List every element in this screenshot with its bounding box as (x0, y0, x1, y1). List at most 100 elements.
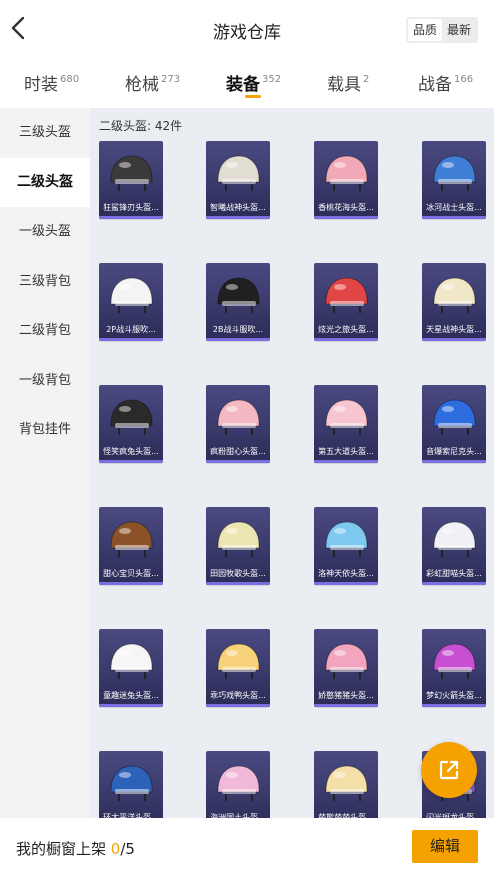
shark-helmet-icon (110, 155, 153, 191)
item-card-label: 童趣迷兔头盔... (103, 691, 159, 700)
item-card-label: 彩虹甜喵头盔... (426, 569, 482, 578)
item-card-label: 乖巧戏鸭头盔... (210, 691, 266, 700)
item-count-label: 二级头盔: 42件 (99, 119, 183, 133)
tab-guns[interactable]: 枪械 273 (125, 70, 180, 95)
item-card[interactable]: 2B战斗服吹... (206, 263, 270, 341)
item-card[interactable]: 第五大道头盔... (314, 385, 378, 463)
tab-equipment[interactable]: 装备 352 (226, 70, 281, 95)
item-card-label: 甜心宝贝头盔... (103, 569, 159, 578)
item-card[interactable]: 天星战神头盔... (422, 263, 486, 341)
item-card-label: 炫光之旅头盔... (318, 325, 374, 334)
sidebar-item-level3-backpack[interactable]: 三级背包 (0, 257, 90, 307)
cream-bear-helmet-icon (325, 765, 368, 801)
item-card[interactable]: 田园牧歌头盔... (206, 507, 270, 585)
item-card[interactable]: 怪笑疯兔头盔... (99, 385, 163, 463)
cream-helmet-icon (217, 521, 260, 557)
cat-helmet-icon (433, 521, 476, 557)
item-card-label: 洛神天依头盔... (318, 569, 374, 578)
item-card-label: 第五大道头盔... (318, 447, 374, 456)
sort-newest-button[interactable]: 最新 (442, 19, 476, 41)
tab-fashion[interactable]: 时装 680 (24, 70, 79, 95)
tianyi-helmet-icon (325, 521, 368, 557)
item-card-label: 天星战神头盔... (426, 325, 482, 334)
showcase-status: 我的橱窗上架 0/5 (16, 838, 135, 859)
tab-supplies[interactable]: 战备 166 (418, 70, 473, 95)
header-bar: 游戏仓库 品质 最新 (0, 0, 494, 58)
bunny-helmet-icon (110, 643, 153, 679)
item-card[interactable]: 洛神天依头盔... (314, 507, 378, 585)
item-card-label: 智曦战神头盔... (210, 203, 266, 212)
tab-count: 273 (161, 74, 181, 85)
showcase-current-count: 0 (110, 840, 121, 858)
item-card-label: 田园牧歌头盔... (210, 569, 266, 578)
tab-count: 2 (363, 74, 370, 85)
item-card[interactable]: 音爆索尼克头... (422, 385, 486, 463)
item-card[interactable]: 彩虹甜喵头盔... (422, 507, 486, 585)
sidebar-item-level1-backpack[interactable]: 一级背包 (0, 356, 90, 406)
duck-helmet-icon (217, 643, 260, 679)
sort-toggle: 品质 最新 (406, 17, 478, 43)
item-card-label: 娇憨猪猪头盔... (318, 691, 374, 700)
pink-helmet-icon (217, 399, 260, 435)
showcase-total-count: /5 (120, 840, 135, 858)
ice-helmet-icon (433, 155, 476, 191)
kitsune-helmet-icon (217, 765, 260, 801)
active-tab-indicator (245, 95, 261, 98)
gold-helmet-icon (433, 277, 476, 313)
showcase-label: 我的橱窗上架 (16, 840, 107, 858)
light-pink-helmet-icon (325, 399, 368, 435)
item-card-label: 怪笑疯兔头盔... (103, 447, 159, 456)
item-card[interactable]: 智曦战神头盔... (206, 141, 270, 219)
sidebar-item-backpack-charm[interactable]: 背包挂件 (0, 405, 90, 455)
share-external-icon (439, 760, 459, 780)
sidebar-item-level2-backpack[interactable]: 二级背包 (0, 306, 90, 356)
tab-label: 枪械 (125, 75, 159, 95)
rabbit-helmet-icon (110, 399, 153, 435)
item-card[interactable]: 炫光之旅头盔... (314, 263, 378, 341)
black-helmet-icon (217, 277, 260, 313)
pacific-helmet-icon (110, 765, 153, 801)
sidebar-item-level2-helmet[interactable]: 二级头盔 (0, 157, 90, 207)
item-card-label: 疯粉甜心头盔... (210, 447, 266, 456)
item-card-label: 音爆索尼克头... (426, 447, 482, 456)
red-star-helmet-icon (325, 277, 368, 313)
item-card[interactable]: 海洲国土头盔... (206, 751, 270, 818)
tab-count: 680 (60, 74, 80, 85)
item-card[interactable]: 冰河战士头盔... (422, 141, 486, 219)
item-card[interactable]: 童趣迷兔头盔... (99, 629, 163, 707)
bottom-bar: 我的橱窗上架 0/5 编辑 (0, 818, 494, 875)
item-card[interactable]: 萌熊萌萌头盔... (314, 751, 378, 818)
item-card-label: 香桃花海头盔... (318, 203, 374, 212)
sidebar-item-level3-helmet[interactable]: 三级头盔 (0, 108, 90, 158)
item-card-label: 2P战斗服吹... (106, 325, 156, 334)
white-helmet-icon (110, 277, 153, 313)
category-tabs: 时装 680 枪械 273 装备 352 载具 2 战备 166 (0, 58, 494, 108)
item-card-label: 冰河战士头盔... (426, 203, 482, 212)
subcategory-sidebar: 三级头盔 二级头盔 一级头盔 三级背包 二级背包 一级背包 背包挂件 (0, 108, 90, 818)
rocket-helmet-icon (433, 643, 476, 679)
winged-helmet-icon (217, 155, 260, 191)
item-card[interactable]: 疯粉甜心头盔... (206, 385, 270, 463)
sort-quality-button[interactable]: 品质 (408, 19, 442, 41)
pig-helmet-icon (325, 643, 368, 679)
tab-count: 352 (262, 74, 282, 85)
item-card[interactable]: 乖巧戏鸭头盔... (206, 629, 270, 707)
bear-helmet-icon (110, 521, 153, 557)
tab-vehicles[interactable]: 载具 2 (327, 70, 369, 95)
edit-button[interactable]: 编辑 (412, 830, 478, 863)
item-card[interactable]: 甜心宝贝头盔... (99, 507, 163, 585)
peach-helmet-icon (325, 155, 368, 191)
tab-count: 166 (454, 74, 474, 85)
item-card[interactable]: 香桃花海头盔... (314, 141, 378, 219)
item-card[interactable]: 梦幻火箭头盔... (422, 629, 486, 707)
sidebar-item-level1-helmet[interactable]: 一级头盔 (0, 207, 90, 257)
tab-label: 装备 (226, 75, 260, 95)
item-card-label: 狂鲨锋刃头盔... (103, 203, 159, 212)
item-card[interactable]: 环太平洋头盔... (99, 751, 163, 818)
item-card[interactable]: 2P战斗服吹... (99, 263, 163, 341)
share-button[interactable] (421, 742, 477, 798)
tab-label: 载具 (327, 75, 361, 95)
item-card[interactable]: 狂鲨锋刃头盔... (99, 141, 163, 219)
item-card-label: 2B战斗服吹... (212, 325, 264, 334)
item-card[interactable]: 娇憨猪猪头盔... (314, 629, 378, 707)
